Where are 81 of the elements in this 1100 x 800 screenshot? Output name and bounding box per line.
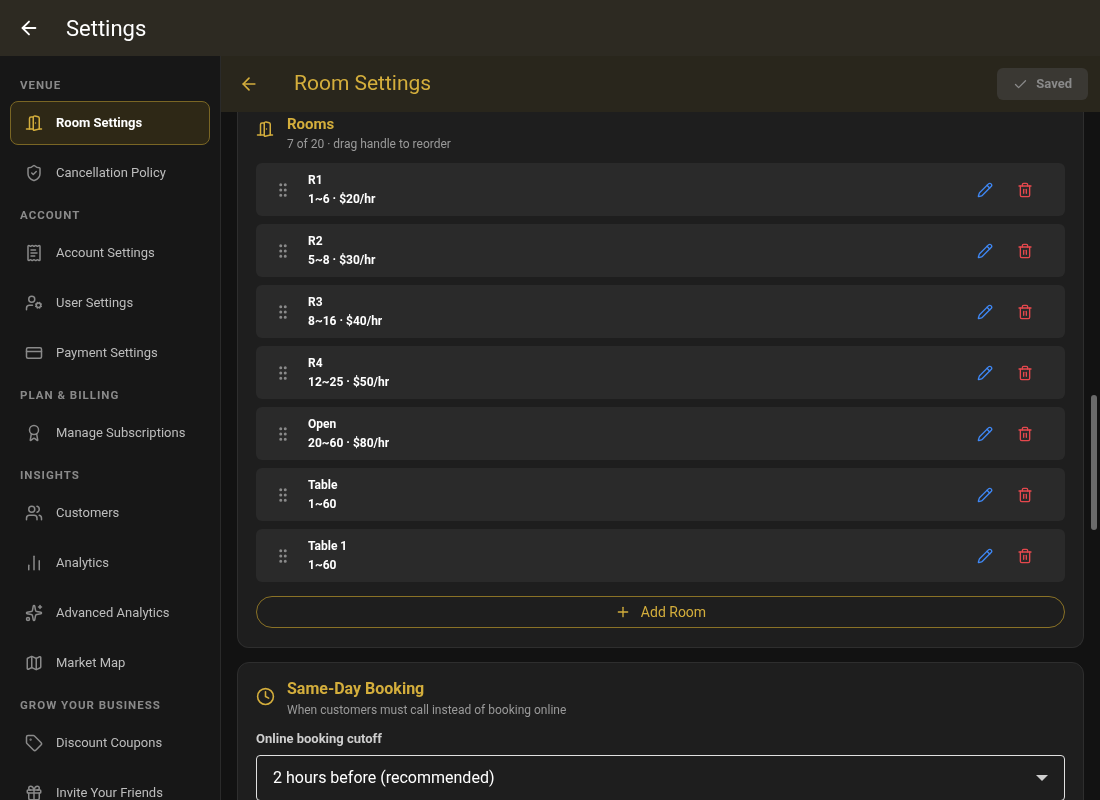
trash-icon (1017, 303, 1033, 320)
room-details: 1~6 · $20/hr (308, 190, 376, 208)
room-name: Table 1 (308, 537, 348, 555)
sidebar-item[interactable]: Payment Settings (10, 331, 210, 375)
edit-button[interactable] (977, 242, 993, 259)
section-heading: GROW YOUR BUSINESS (19, 697, 162, 713)
sidebar-item[interactable]: Analytics (10, 541, 210, 585)
room-details: 20~60 · $80/hr (308, 434, 390, 452)
card-title: Same-Day Booking (287, 678, 426, 700)
credit-card-icon (25, 344, 43, 362)
trash-icon (1017, 486, 1033, 503)
room-details: 8~16 · $40/hr (308, 312, 383, 330)
edit-button[interactable] (977, 181, 993, 198)
room-details: 12~25 · $50/hr (308, 373, 390, 391)
card-title: Rooms (287, 116, 336, 132)
delete-button[interactable] (1017, 547, 1033, 564)
section-heading: PLAN & BILLING (19, 387, 121, 403)
trash-icon (1017, 547, 1033, 564)
section-heading: VENUE (19, 77, 63, 93)
door-icon (25, 114, 43, 132)
delete-button[interactable] (1017, 364, 1033, 381)
sidebar-item[interactable]: Customers (10, 491, 210, 535)
edit-button[interactable] (977, 303, 993, 320)
sidebar-item[interactable]: Room Settings (10, 101, 210, 145)
room-name: Open (308, 415, 338, 433)
trash-icon (1017, 181, 1033, 198)
bar-chart-icon (25, 554, 43, 572)
gift-icon (25, 784, 43, 800)
card-subtitle: When customers must call instead of booking online (287, 702, 567, 719)
room-name: Table (308, 476, 338, 494)
pencil-icon (977, 242, 993, 259)
edit-button[interactable] (977, 486, 993, 503)
map-icon (25, 654, 43, 672)
pencil-icon (977, 303, 993, 320)
dropdown-arrow-icon (1036, 774, 1048, 781)
user-gear-icon (25, 294, 43, 312)
shield-icon (25, 164, 43, 182)
sidebar-item[interactable]: User Settings (10, 281, 210, 325)
tag-icon (25, 734, 43, 752)
room-name: R2 (308, 232, 324, 250)
sidebar-item[interactable]: Manage Subscriptions (10, 411, 210, 455)
pencil-icon (977, 425, 993, 442)
people-icon (25, 504, 43, 522)
sidebar-item[interactable]: Account Settings (10, 231, 210, 275)
pencil-icon (977, 486, 993, 503)
sidebar-item[interactable]: Market Map (10, 641, 210, 685)
room-name: R3 (308, 293, 324, 311)
room-name: R4 (308, 354, 324, 372)
delete-button[interactable] (1017, 425, 1033, 442)
app-title: Settings (66, 14, 147, 43)
door-icon (256, 120, 274, 138)
room-details: 1~60 (308, 556, 338, 574)
delete-button[interactable] (1017, 486, 1033, 503)
section-heading: ACCOUNT (19, 207, 82, 223)
delete-button[interactable] (1017, 181, 1033, 198)
sparkle-icon (25, 604, 43, 622)
card-subtitle: 7 of 20 · drag handle to reorder (287, 136, 451, 153)
edit-button[interactable] (977, 364, 993, 381)
receipt-icon (25, 244, 43, 262)
room-details: 5~8 · $30/hr (308, 251, 376, 269)
sidebar-item[interactable]: Invite Your Friends (10, 771, 210, 800)
cutoff-select[interactable]: 2 hours before (recommended) (256, 754, 1065, 800)
room-name: R1 (308, 171, 324, 189)
delete-button[interactable] (1017, 303, 1033, 320)
trash-icon (1017, 242, 1033, 259)
delete-button[interactable] (1017, 242, 1033, 259)
trash-icon (1017, 425, 1033, 442)
pencil-icon (977, 364, 993, 381)
field-label: Online booking cutoff (256, 730, 383, 748)
sidebar-item[interactable]: Cancellation Policy (10, 151, 210, 195)
pencil-icon (977, 181, 993, 198)
pencil-icon (977, 547, 993, 564)
section-heading: INSIGHTS (19, 467, 81, 483)
edit-button[interactable] (977, 547, 993, 564)
sidebar-item[interactable]: Advanced Analytics (10, 591, 210, 635)
page-title: Room Settings (294, 70, 432, 98)
edit-button[interactable] (977, 425, 993, 442)
clock-icon (256, 687, 275, 706)
sidebar-item[interactable]: Discount Coupons (10, 721, 210, 765)
trash-icon (1017, 364, 1033, 381)
room-details: 1~60 (308, 495, 338, 513)
